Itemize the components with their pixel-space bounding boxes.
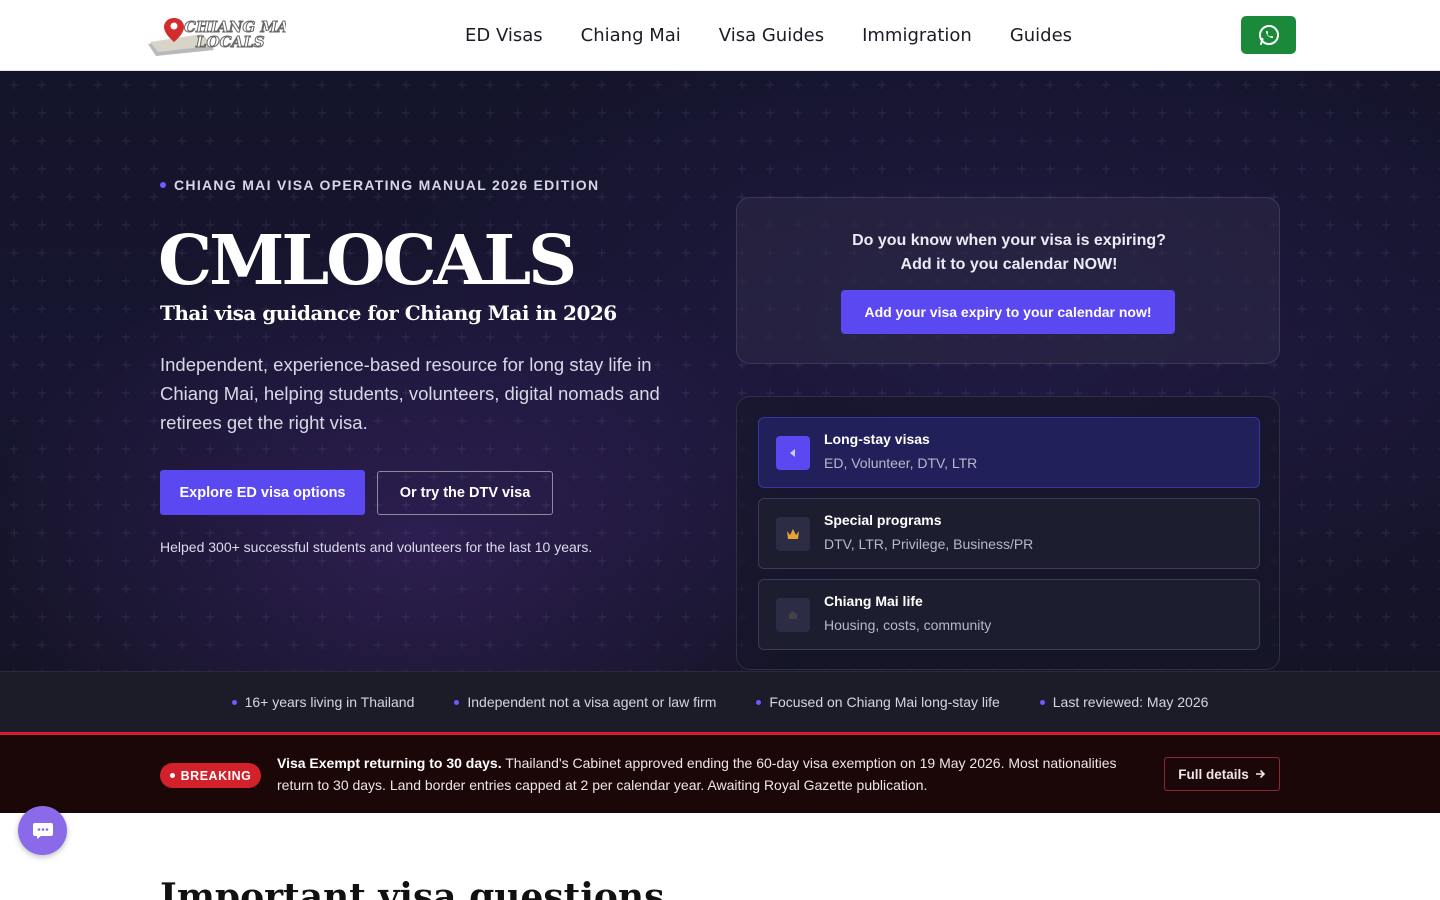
site-logo[interactable]: CHIANG MAI LOCALS [144, 14, 286, 56]
section-heading: Important visa questions [160, 876, 665, 900]
chat-widget-button[interactable] [18, 806, 67, 855]
nav-immigration[interactable]: Immigration [862, 25, 972, 46]
stat-item: Focused on Chiang Mai long-stay life [756, 694, 1000, 710]
calendar-reminder-card: Do you know when your visa is expiring? … [736, 197, 1280, 364]
breaking-text: Visa Exempt returning to 30 days. Thaila… [277, 752, 1147, 796]
bullet-dot [1039, 699, 1045, 705]
hero-title: CMLOCALS [158, 221, 577, 301]
add-to-calendar-button[interactable]: Add your visa expiry to your calendar no… [841, 290, 1175, 334]
bullet-dot [756, 699, 762, 705]
hero-eyebrow: CHIANG MAI VISA OPERATING MANUAL 2026 ED… [160, 177, 599, 193]
try-dtv-visa-button[interactable]: Or try the DTV visa [377, 471, 553, 515]
bullet-dot [231, 699, 237, 705]
nav-guides[interactable]: Guides [1010, 25, 1072, 46]
hero-section: CHIANG MAI VISA OPERATING MANUAL 2026 ED… [0, 71, 1440, 671]
svg-text:LOCALS: LOCALS [195, 33, 265, 51]
chat-icon [32, 822, 53, 839]
arrow-left-icon [776, 436, 810, 470]
bullet-dot [160, 182, 166, 188]
nav-visa-guides[interactable]: Visa Guides [719, 25, 824, 46]
whatsapp-icon [1258, 25, 1279, 45]
breaking-badge: BREAKING [160, 763, 261, 788]
nav-chiang-mai[interactable]: Chiang Mai [581, 25, 681, 46]
main-nav: ED Visas Chiang Mai Visa Guides Immigrat… [465, 0, 1072, 71]
live-dot-icon [169, 773, 175, 778]
breaking-news-banner: BREAKING Visa Exempt returning to 30 day… [0, 732, 1440, 813]
hero-description: Independent, experience-based resource f… [160, 354, 660, 433]
home-icon [776, 598, 810, 632]
trust-stats-strip: 16+ years living in Thailand Independent… [0, 671, 1440, 732]
crown-icon [776, 517, 810, 551]
nav-ed-visas[interactable]: ED Visas [465, 25, 543, 46]
category-special-programs[interactable]: Special programs DTV, LTR, Privilege, Bu… [758, 498, 1260, 569]
arrow-right-icon [1255, 769, 1265, 779]
breaking-headline: Visa Exempt returning to 30 days. [277, 755, 502, 771]
bullet-dot [454, 699, 460, 705]
hero-subtitle: Thai visa guidance for Chiang Mai in 202… [160, 301, 617, 325]
stat-item: Independent not a visa agent or law firm [454, 694, 716, 710]
category-panel: Long-stay visas ED, Volunteer, DTV, LTR … [736, 396, 1280, 670]
calendar-question: Do you know when your visa is expiring? … [852, 232, 1166, 273]
category-chiang-mai-life[interactable]: Chiang Mai life Housing, costs, communit… [758, 579, 1260, 650]
whatsapp-button[interactable] [1241, 16, 1296, 54]
category-long-stay-visas[interactable]: Long-stay visas ED, Volunteer, DTV, LTR [758, 417, 1260, 488]
explore-ed-visa-button[interactable]: Explore ED visa options [160, 470, 365, 515]
stat-item: 16+ years living in Thailand [231, 694, 414, 710]
helped-note: Helped 300+ successful students and volu… [160, 539, 593, 555]
site-header: CHIANG MAI LOCALS ED Visas Chiang Mai Vi… [0, 0, 1440, 71]
full-details-button[interactable]: Full details [1164, 757, 1280, 791]
stat-item: Last reviewed: May 2026 [1039, 694, 1208, 710]
